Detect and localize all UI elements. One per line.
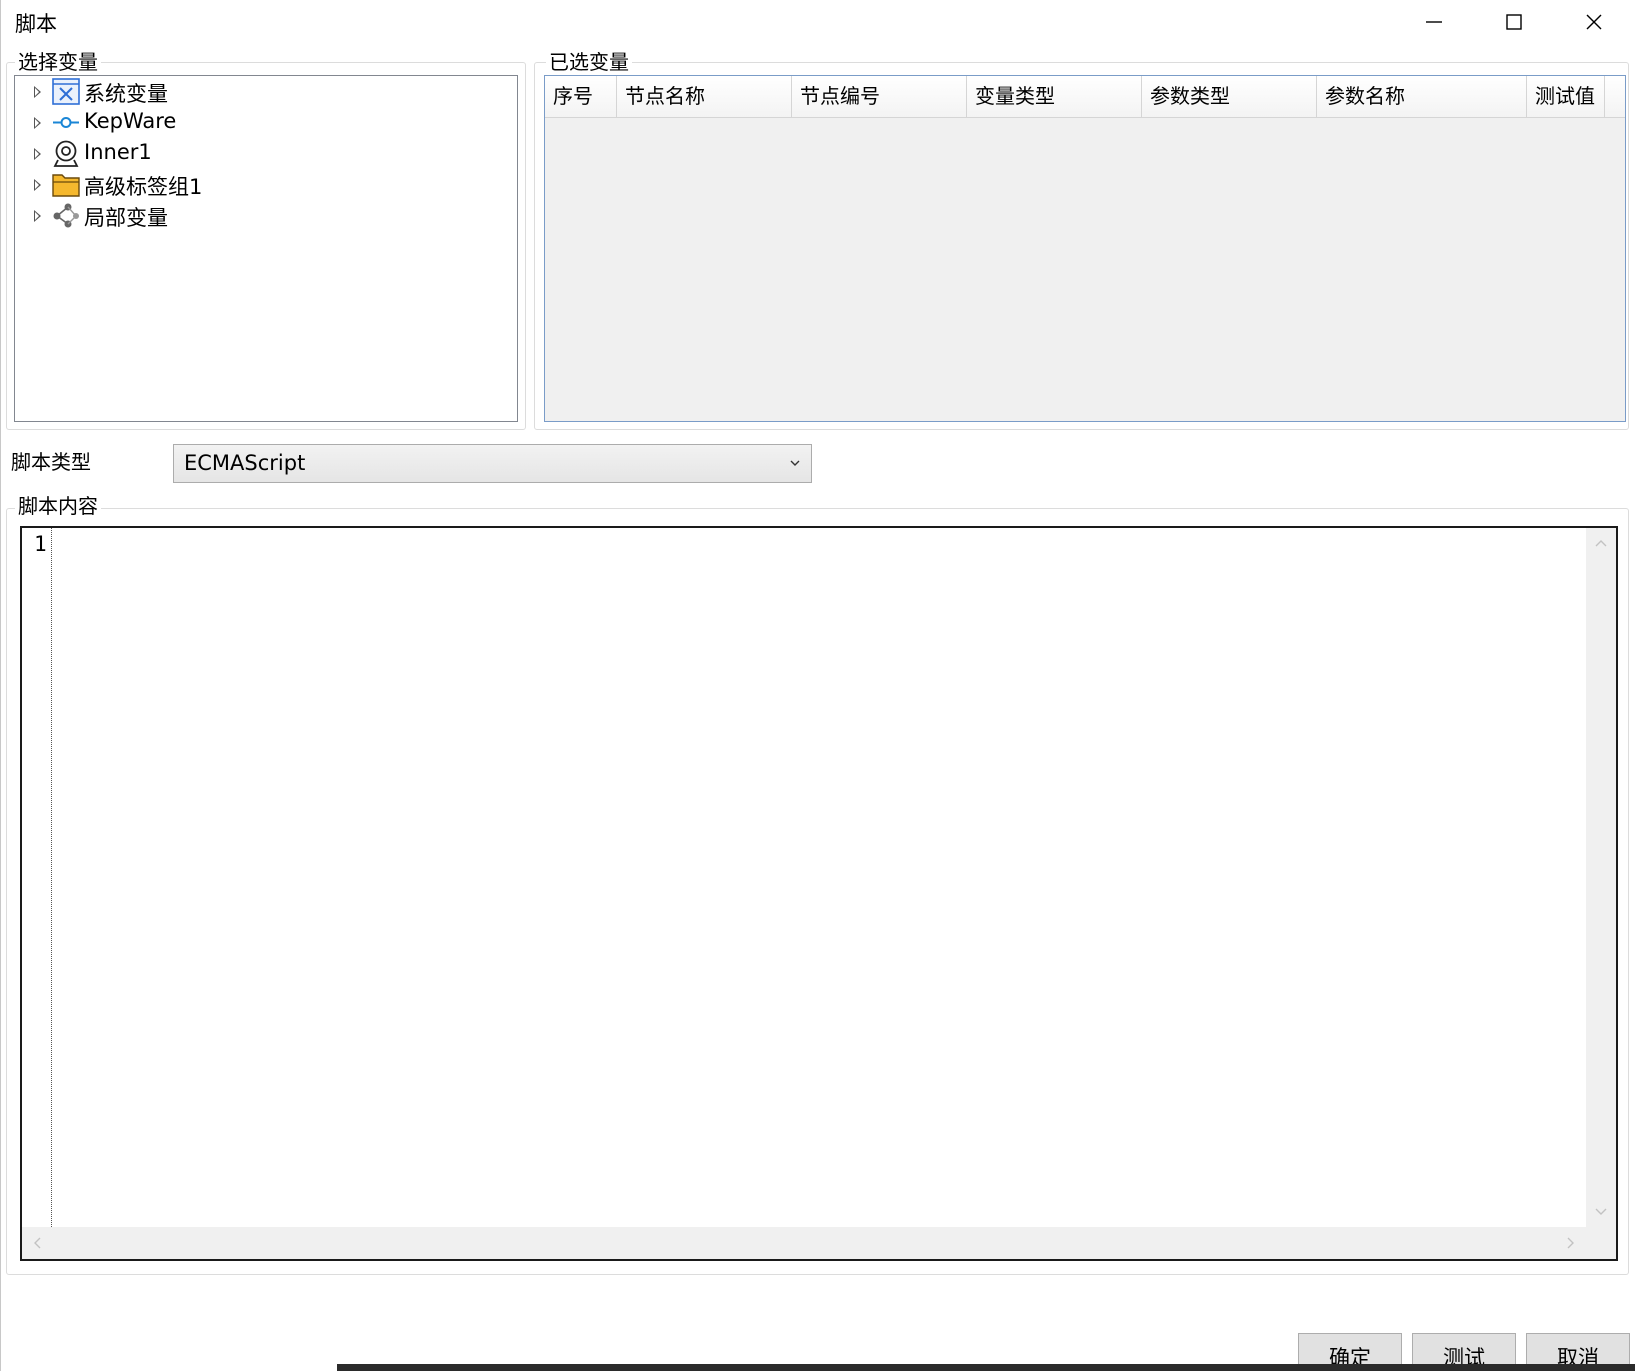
vertical-scrollbar[interactable] [1586,528,1616,1227]
maximize-icon [1506,14,1522,30]
script-editor[interactable]: 1 [20,526,1618,1261]
line-number: 1 [34,532,47,556]
scroll-right-icon[interactable] [1562,1235,1578,1251]
expand-arrow-icon[interactable] [34,210,41,222]
selected-vars-grid[interactable]: 序号 节点名称 节点编号 变量类型 参数类型 参数名称 测试值 [544,75,1626,422]
variable-tree[interactable]: 系统变量 KepWare Inner1 高级标签组1 局部变量 [14,75,518,422]
expand-arrow-icon[interactable] [34,179,41,191]
taskbar-edge [337,1364,1635,1371]
column-header-index[interactable]: 序号 [545,76,617,117]
window-title: 脚本 [15,12,57,36]
horizontal-scrollbar[interactable] [22,1227,1616,1259]
script-type-select[interactable]: ECMAScript [173,444,812,483]
tree-item-label: Inner1 [84,140,152,164]
column-header-test-value[interactable]: 测试值 [1527,76,1605,117]
expand-arrow-icon[interactable] [34,86,41,98]
tree-item-kepware[interactable]: KepWare [15,107,505,138]
column-header-node-id[interactable]: 节点编号 [792,76,967,117]
script-text[interactable] [58,532,1582,1223]
close-button[interactable] [1554,0,1634,44]
gutter-divider [51,528,52,1227]
close-icon [1586,14,1602,30]
tree-item-inner1[interactable]: Inner1 [15,138,505,169]
column-header-variable-type[interactable]: 变量类型 [967,76,1142,117]
scroll-left-icon[interactable] [30,1235,46,1251]
expand-arrow-icon[interactable] [34,117,41,129]
selected-vars-legend: 已选变量 [546,50,632,74]
tree-item-local-vars[interactable]: 局部变量 [15,200,505,231]
inner-node-icon [53,140,79,167]
share-icon [53,203,79,228]
chevron-down-icon [790,460,800,466]
tree-item-label: KepWare [84,109,177,133]
script-type-label: 脚本类型 [11,450,91,474]
expand-arrow-icon[interactable] [34,148,41,160]
select-vars-legend: 选择变量 [15,50,101,74]
tree-item-system-vars[interactable]: 系统变量 [15,76,505,107]
scroll-up-icon[interactable] [1593,536,1609,552]
folder-icon [52,174,80,197]
title-bar[interactable]: 脚本 [1,0,1635,44]
column-header-parameter-type[interactable]: 参数类型 [1142,76,1317,117]
minimize-button[interactable] [1394,0,1474,44]
tree-item-label: 局部变量 [84,206,168,230]
grid-header: 序号 节点名称 节点编号 变量类型 参数类型 参数名称 测试值 [545,76,1625,118]
column-header-node-name[interactable]: 节点名称 [617,76,792,117]
minimize-icon [1426,21,1442,23]
script-type-value: ECMAScript [184,451,306,475]
column-header-parameter-name[interactable]: 参数名称 [1317,76,1527,117]
script-dialog: 脚本 选择变量 系统变量 KepWare Inner1 高级标签组1 局部变量 … [0,0,1635,1371]
tree-item-advanced-tag-group[interactable]: 高级标签组1 [15,169,505,200]
tree-item-label: 高级标签组1 [84,175,203,199]
maximize-button[interactable] [1474,0,1554,44]
script-content-legend: 脚本内容 [15,494,101,518]
tree-item-label: 系统变量 [84,82,168,106]
scroll-down-icon[interactable] [1593,1203,1609,1219]
system-variable-icon [52,78,80,105]
connector-icon [53,117,79,128]
